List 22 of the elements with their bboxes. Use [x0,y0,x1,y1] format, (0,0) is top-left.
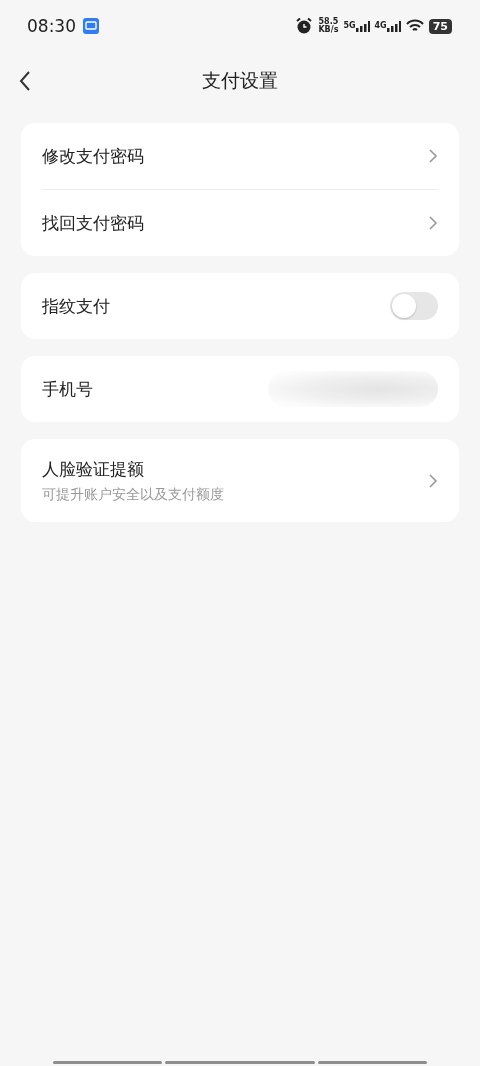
alarm-icon [295,17,314,35]
row-label: 人脸验证提额 [42,457,145,481]
chevron-right-icon [428,473,438,488]
settings-row[interactable]: 找回支付密码 [42,189,438,256]
network-speed: 58.5 [318,18,339,26]
row-label: 手机号 [42,377,93,401]
chevron-right-icon [428,216,438,230]
network-speed-unit: KB/s [318,26,339,34]
settings-row[interactable]: 修改支付密码 [42,123,438,189]
wifi-icon [405,19,424,33]
app-notification-icon [83,18,99,34]
toggle-switch[interactable] [390,292,438,320]
settings-row[interactable]: 人脸验证提额 可提升账户安全以及支付额度 [42,439,438,522]
row-subtitle: 可提升账户安全以及支付额度 [42,485,224,504]
page-title: 支付设置 [202,68,278,93]
battery-level: 75 [428,18,452,34]
row-label: 指纹支付 [42,294,110,318]
status-time: 08:30 [27,16,76,36]
row-label: 找回支付密码 [42,211,144,235]
settings-row[interactable]: 手机号 [42,356,438,422]
row-label: 修改支付密码 [42,144,144,168]
chevron-right-icon [428,149,438,163]
